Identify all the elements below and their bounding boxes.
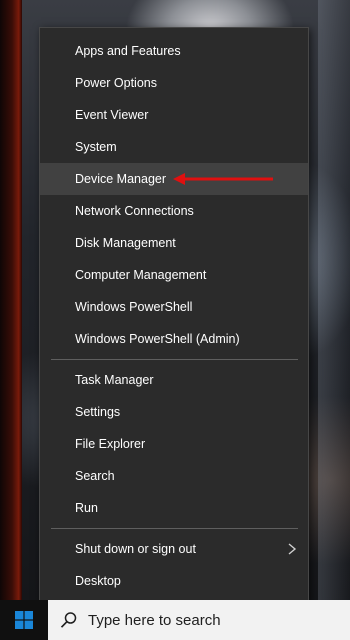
menu-item-label: Disk Management bbox=[75, 236, 176, 250]
menu-item-windows-powershell-admin[interactable]: Windows PowerShell (Admin) bbox=[40, 323, 308, 355]
menu-item-desktop[interactable]: Desktop bbox=[40, 565, 308, 597]
menu-item-label: Computer Management bbox=[75, 268, 207, 282]
menu-item-label: Power Options bbox=[75, 76, 157, 90]
menu-item-windows-powershell[interactable]: Windows PowerShell bbox=[40, 291, 308, 323]
chevron-right-icon bbox=[288, 543, 297, 555]
menu-separator bbox=[51, 359, 298, 360]
menu-item-file-explorer[interactable]: File Explorer bbox=[40, 428, 308, 460]
menu-item-system[interactable]: System bbox=[40, 131, 308, 163]
taskbar-search-box[interactable]: Type here to search bbox=[48, 600, 350, 640]
menu-item-label: File Explorer bbox=[75, 437, 146, 451]
menu-item-label: Search bbox=[75, 469, 115, 483]
start-button[interactable] bbox=[0, 600, 48, 640]
menu-item-label: Settings bbox=[75, 405, 121, 419]
menu-item-label: Network Connections bbox=[75, 204, 194, 218]
menu-item-label: Device Manager bbox=[75, 172, 167, 186]
menu-item-event-viewer[interactable]: Event Viewer bbox=[40, 99, 308, 131]
windows-logo-icon bbox=[15, 611, 33, 629]
menu-item-settings[interactable]: Settings bbox=[40, 396, 308, 428]
menu-item-label: Run bbox=[75, 501, 98, 515]
taskbar: Type here to search bbox=[0, 600, 350, 640]
menu-item-label: Apps and Features bbox=[75, 44, 181, 58]
wallpaper-pillar bbox=[318, 0, 350, 600]
menu-item-label: System bbox=[75, 140, 117, 154]
menu-item-label: Windows PowerShell bbox=[75, 300, 193, 314]
menu-item-shut-down-or-sign-out[interactable]: Shut down or sign out bbox=[40, 533, 308, 565]
menu-item-label: Desktop bbox=[75, 574, 121, 588]
menu-item-label: Windows PowerShell (Admin) bbox=[75, 332, 240, 346]
menu-item-task-manager[interactable]: Task Manager bbox=[40, 364, 308, 396]
menu-item-power-options[interactable]: Power Options bbox=[40, 67, 308, 99]
wallpaper-red-strip bbox=[0, 0, 22, 600]
red-arrow-icon bbox=[173, 173, 273, 185]
search-icon bbox=[60, 612, 77, 628]
menu-item-label: Shut down or sign out bbox=[75, 542, 196, 556]
winx-context-menu: Apps and Features Power Options Event Vi… bbox=[39, 27, 309, 605]
search-placeholder: Type here to search bbox=[88, 611, 221, 629]
menu-item-label: Task Manager bbox=[75, 373, 154, 387]
menu-item-device-manager[interactable]: Device Manager bbox=[40, 163, 308, 195]
menu-item-apps-and-features[interactable]: Apps and Features bbox=[40, 35, 308, 67]
menu-item-network-connections[interactable]: Network Connections bbox=[40, 195, 308, 227]
menu-item-computer-management[interactable]: Computer Management bbox=[40, 259, 308, 291]
menu-item-search[interactable]: Search bbox=[40, 460, 308, 492]
menu-separator bbox=[51, 528, 298, 529]
menu-item-run[interactable]: Run bbox=[40, 492, 308, 524]
menu-item-label: Event Viewer bbox=[75, 108, 149, 122]
menu-item-disk-management[interactable]: Disk Management bbox=[40, 227, 308, 259]
